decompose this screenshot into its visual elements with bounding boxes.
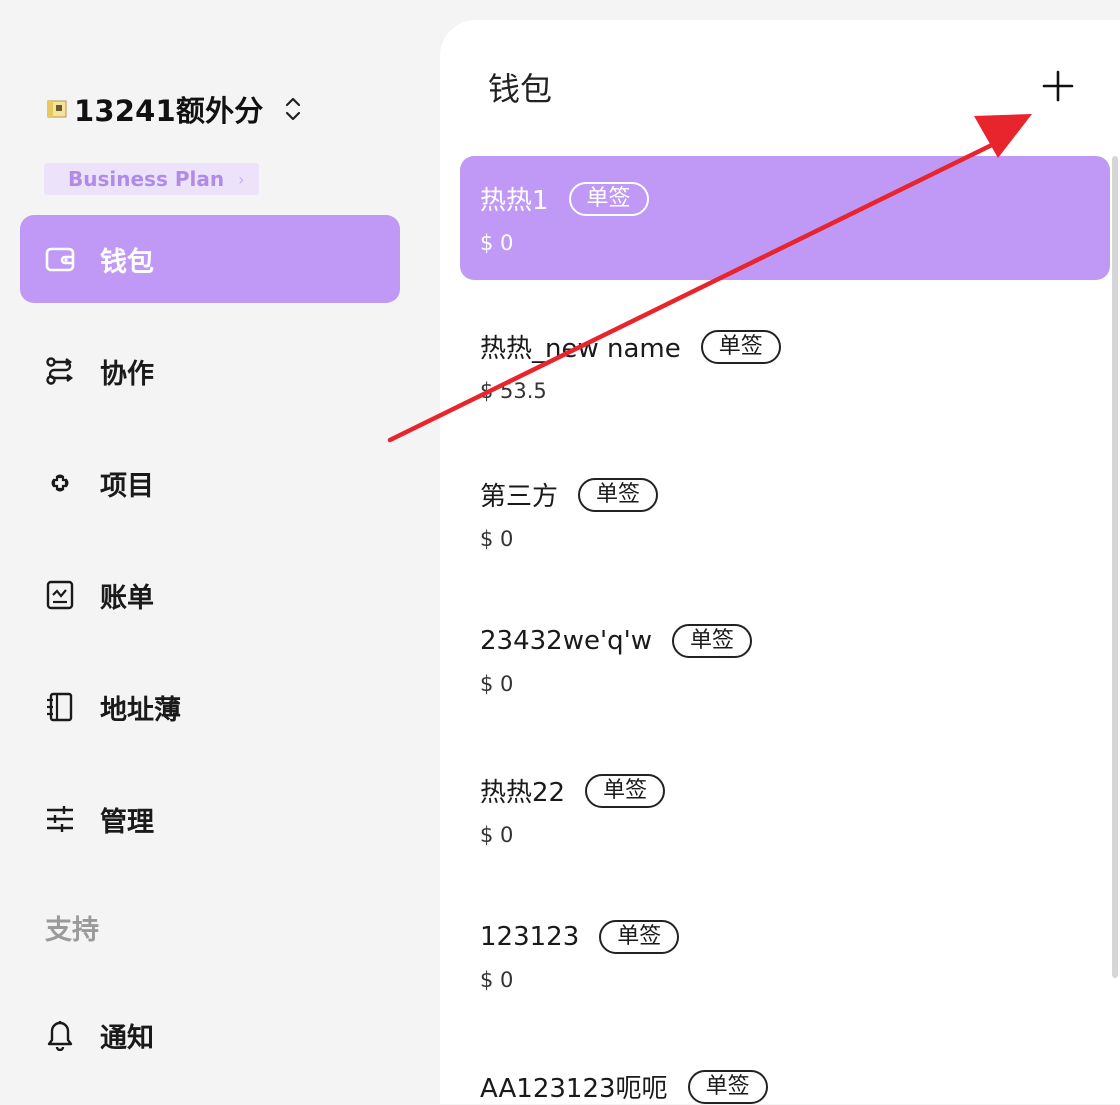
- wallet-name: 热热_new name: [480, 334, 681, 364]
- nav-label: 账单: [100, 582, 154, 614]
- wallet-balance: $ 0: [480, 823, 514, 847]
- wallet-balance: $ 53.5: [480, 379, 547, 403]
- wallet-signature-tag: 单签: [585, 773, 666, 808]
- nav-item-manage[interactable]: 管理: [20, 775, 400, 863]
- org-logo-icon: [47, 100, 67, 118]
- wallet-name: 热热22: [480, 778, 566, 808]
- settings-sliders-icon: [44, 803, 76, 835]
- wallet-item[interactable]: 热热22 单签 $ 0: [460, 748, 1110, 872]
- wallet-item[interactable]: 热热1 单签 $ 0: [460, 156, 1110, 280]
- bell-icon: [44, 1019, 76, 1051]
- wallet-panel: 钱包 热热1 单签 $ 0 热热_new name 单签 $ 53.5 第三方 …: [440, 20, 1120, 1104]
- scrollbar[interactable]: [1112, 156, 1118, 978]
- wallet-signature-tag: 单签: [700, 329, 781, 364]
- plan-badge[interactable]: Business Plan ›: [44, 163, 259, 195]
- wallet-signature-tag: 单签: [578, 477, 659, 512]
- wallet-item[interactable]: 热热_new name 单签 $ 53.5: [460, 304, 1110, 428]
- nav-label: 通知: [100, 1022, 154, 1054]
- nav-item-project[interactable]: 项目: [20, 439, 400, 527]
- wallet-signature-tag: 单签: [672, 624, 753, 658]
- chevron-up-down-icon[interactable]: [282, 94, 304, 124]
- wallet-icon: [44, 243, 76, 275]
- wallet-item[interactable]: 123123 单签 $ 0: [460, 896, 1110, 1020]
- wallet-balance: $ 0: [480, 231, 514, 255]
- nav-label: 钱包: [100, 246, 154, 278]
- nav-item-address-book[interactable]: 地址薄: [20, 663, 400, 751]
- nav-label: 项目: [100, 470, 154, 502]
- nav-item-wallet[interactable]: 钱包: [20, 215, 400, 303]
- sidebar: 13241额外分 Business Plan › 钱包 协作 项目 账单 地址薄…: [0, 0, 440, 1104]
- wallet-name: 热热1: [480, 186, 549, 216]
- wallet-name: AA123123呃呃: [480, 1074, 668, 1104]
- org-name: 13241额外分: [74, 94, 264, 128]
- plan-label: Business Plan: [68, 167, 225, 191]
- org-switcher[interactable]: 13241额外分: [46, 88, 304, 130]
- address-book-icon: [44, 691, 76, 723]
- collaboration-icon: [44, 355, 76, 387]
- wallet-signature-tag: 单签: [568, 181, 649, 216]
- nav-label: 管理: [100, 806, 154, 838]
- wallet-signature-tag: 单签: [687, 1069, 768, 1104]
- bill-icon: [44, 579, 76, 611]
- project-icon: [44, 467, 76, 499]
- wallet-name: 23432we'q'w: [480, 626, 653, 656]
- nav-label: 地址薄: [100, 694, 181, 726]
- wallet-name: 第三方: [480, 482, 559, 512]
- wallet-balance: $ 0: [480, 672, 514, 696]
- nav-item-bill[interactable]: 账单: [20, 551, 400, 639]
- support-section-label: 支持: [45, 915, 99, 946]
- wallet-item[interactable]: AA123123呃呃 单签: [460, 1044, 1110, 1104]
- wallet-item[interactable]: 第三方 单签 $ 0: [460, 452, 1110, 576]
- wallet-balance: $ 0: [480, 968, 514, 992]
- wallet-signature-tag: 单签: [599, 920, 680, 954]
- wallet-balance: $ 0: [480, 527, 514, 551]
- plus-icon[interactable]: [1038, 66, 1078, 106]
- nav-item-notification[interactable]: 通知: [20, 991, 400, 1079]
- page-title: 钱包: [488, 70, 553, 108]
- wallet-name: 123123: [480, 922, 580, 952]
- nav-item-collaboration[interactable]: 协作: [20, 327, 400, 415]
- nav-label: 协作: [100, 358, 154, 390]
- chevron-right-icon: ›: [238, 169, 245, 189]
- wallet-item[interactable]: 23432we'q'w 单签 $ 0: [460, 600, 1110, 724]
